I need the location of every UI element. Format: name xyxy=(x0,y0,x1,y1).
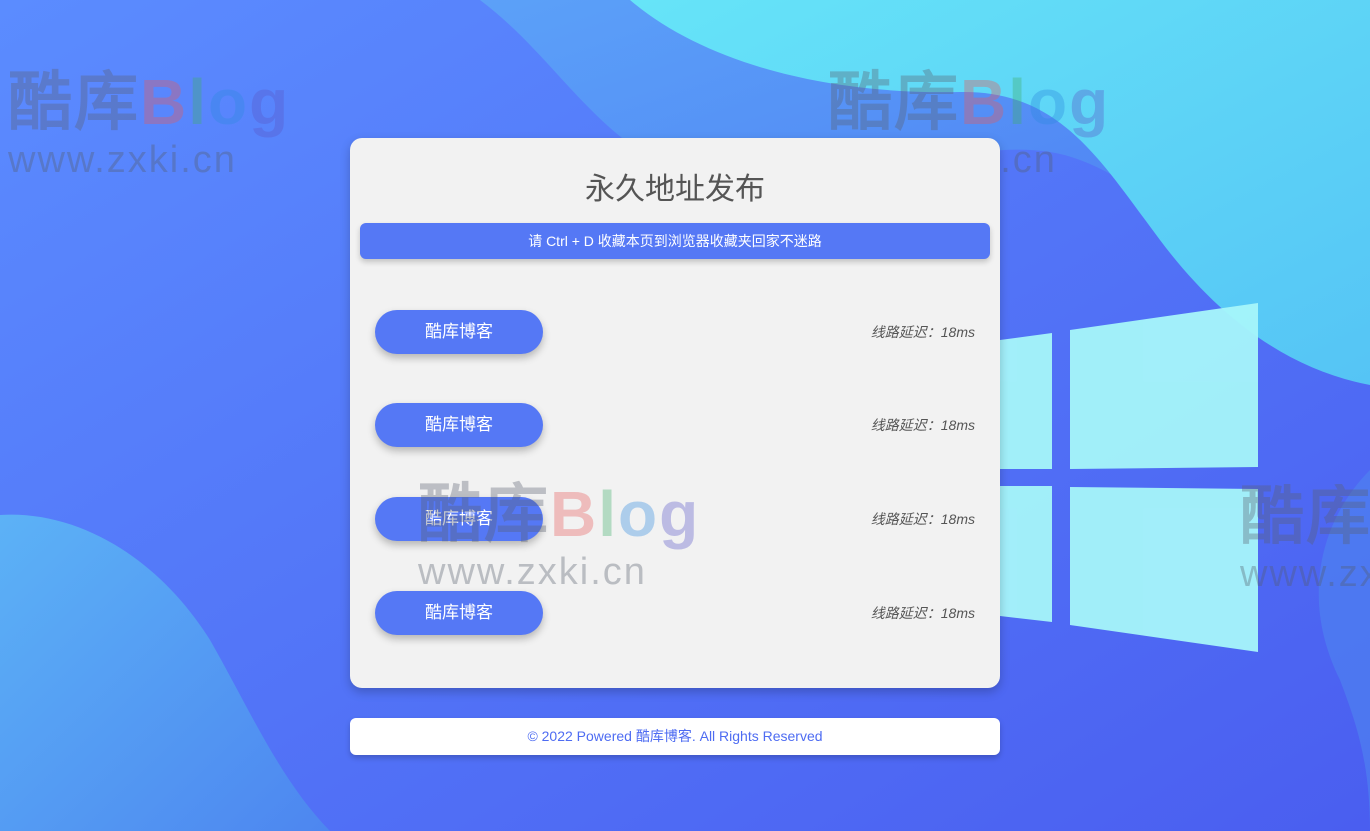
bookmark-notice: 请 Ctrl + D 收藏本页到浏览器收藏夹回家不迷路 xyxy=(360,223,990,259)
page-title: 永久地址发布 xyxy=(585,173,765,206)
link-row: 酷库博客 线路延迟：18ms xyxy=(375,591,975,635)
latency-label: 线路延迟：18ms xyxy=(870,417,975,433)
link-button[interactable]: 酷库博客 xyxy=(375,403,543,447)
latency-label: 线路延迟：18ms xyxy=(870,511,975,527)
link-button[interactable]: 酷库博客 xyxy=(375,310,543,354)
link-button[interactable]: 酷库博客 xyxy=(375,497,543,541)
link-row: 酷库博客 线路延迟：18ms xyxy=(375,310,975,354)
latency-label: 线路延迟：18ms xyxy=(870,605,975,621)
address-card: 永久地址发布 请 Ctrl + D 收藏本页到浏览器收藏夹回家不迷路 酷库博客 … xyxy=(350,138,1000,688)
link-row: 酷库博客 线路延迟：18ms xyxy=(375,497,975,541)
latency-label: 线路延迟：18ms xyxy=(870,324,975,340)
link-button[interactable]: 酷库博客 xyxy=(375,591,543,635)
footer-copyright: © 2022 Powered 酷库博客. All Rights Reserved xyxy=(350,718,1000,755)
link-row: 酷库博客 线路延迟：18ms xyxy=(375,403,975,447)
